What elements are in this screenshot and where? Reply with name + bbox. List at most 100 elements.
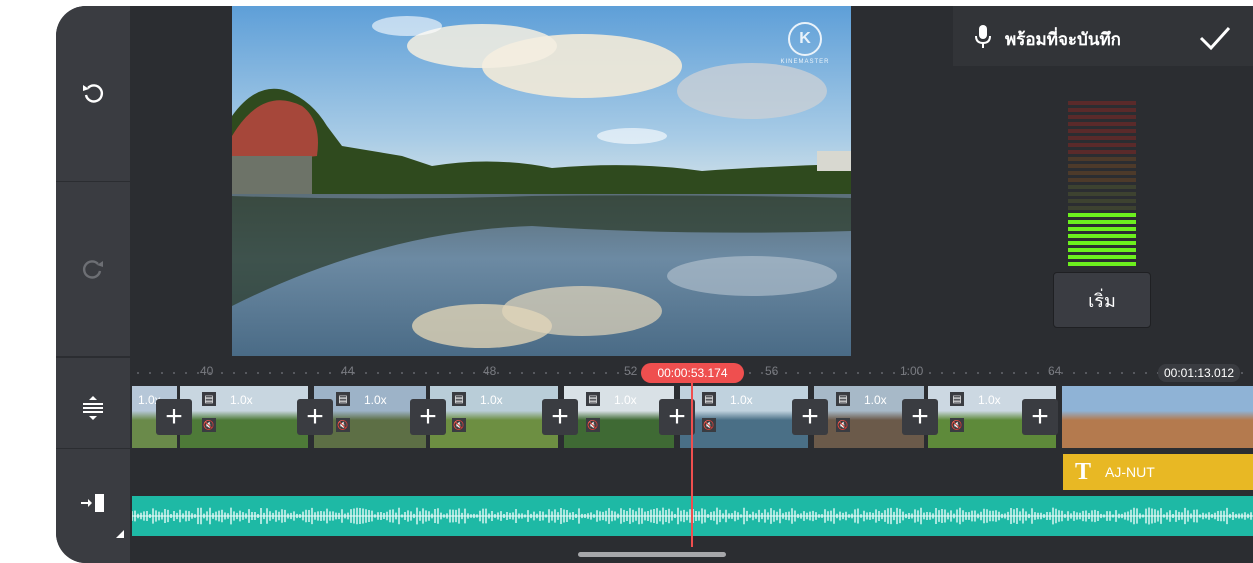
- ruler-tick: 44: [341, 364, 355, 378]
- editor-screen: K KINEMASTER พร้อมที่จะบันทึก เริ่ม 40 4…: [56, 6, 1253, 563]
- level-bar: [1068, 136, 1136, 140]
- video-clip[interactable]: 1.0x ▤ 🔇: [564, 386, 674, 448]
- clip-layout-icon: ▤: [836, 392, 850, 406]
- level-bar: [1068, 185, 1136, 189]
- toolbar-divider: [56, 181, 130, 182]
- clip-speed-label: 1.0x: [480, 393, 503, 407]
- add-transition-button[interactable]: +: [156, 399, 192, 435]
- clip-speed-label: 1.0x: [230, 393, 253, 407]
- video-clip[interactable]: 1.0x ▤ 🔇: [180, 386, 308, 448]
- undo-icon: [83, 84, 103, 103]
- ruler-tick: 40: [200, 364, 214, 378]
- redo-icon: [83, 260, 103, 279]
- timeline-tools: [56, 358, 130, 563]
- toolbar-divider: [56, 448, 130, 449]
- checkmark-icon: [1199, 26, 1231, 51]
- level-bar: [1068, 143, 1136, 147]
- level-bar: [1068, 234, 1136, 238]
- preview-margin: [132, 6, 232, 356]
- level-bar: [1068, 171, 1136, 175]
- level-bar: [1068, 115, 1136, 119]
- playhead-time: 00:00:53.174: [641, 363, 744, 383]
- level-bar: [1068, 122, 1136, 126]
- start-record-button[interactable]: เริ่ม: [1053, 272, 1151, 328]
- video-clip[interactable]: 1.0x ▤ 🔇: [680, 386, 808, 448]
- clip-layout-icon: ▤: [702, 392, 716, 406]
- mute-icon: 🔇: [336, 418, 350, 432]
- level-bar: [1068, 213, 1136, 217]
- mute-icon: 🔇: [702, 418, 716, 432]
- ruler-tick: 1:00: [900, 364, 924, 378]
- redo-button[interactable]: [73, 249, 113, 289]
- microphone-icon: [975, 25, 991, 48]
- text-layer-label: AJ-NUT: [1105, 464, 1155, 480]
- clip-speed-label: 1.0x: [364, 393, 387, 407]
- kinemaster-watermark: K KINEMASTER: [777, 22, 833, 65]
- level-bar: [1068, 129, 1136, 133]
- watermark-text: KINEMASTER: [780, 59, 830, 65]
- undo-button[interactable]: [73, 73, 113, 113]
- add-transition-button[interactable]: +: [792, 399, 828, 435]
- level-bar: [1068, 262, 1136, 266]
- clip-layout-icon: ▤: [452, 392, 466, 406]
- clip-layout-icon: ▤: [586, 392, 600, 406]
- level-bar: [1068, 192, 1136, 196]
- text-layer[interactable]: T AJ-NUT: [1063, 454, 1253, 490]
- ruler-tick: 52: [624, 364, 638, 378]
- ruler-tick: 64: [1048, 364, 1062, 378]
- clip-layout-icon: ▤: [336, 392, 350, 406]
- clip-speed-label: 1.0x: [864, 393, 887, 407]
- confirm-button[interactable]: [1198, 24, 1232, 52]
- mute-icon: 🔇: [586, 418, 600, 432]
- level-bar: [1068, 178, 1136, 182]
- level-bar: [1068, 220, 1136, 224]
- add-transition-button[interactable]: +: [1022, 399, 1058, 435]
- mute-icon: 🔇: [950, 418, 964, 432]
- audio-level-meter: [1068, 101, 1136, 269]
- level-bar: [1068, 241, 1136, 245]
- clip-speed-label: 1.0x: [978, 393, 1001, 407]
- level-bar: [1068, 255, 1136, 259]
- add-transition-button[interactable]: +: [410, 399, 446, 435]
- mute-icon: 🔇: [836, 418, 850, 432]
- home-indicator[interactable]: [578, 552, 726, 557]
- playhead-line[interactable]: [691, 382, 693, 547]
- preview-frame: [232, 6, 851, 356]
- timeline-expand-button[interactable]: [73, 388, 113, 428]
- watermark-logo: K: [788, 22, 822, 56]
- add-transition-button[interactable]: +: [659, 399, 695, 435]
- expand-track-icon: [83, 396, 103, 420]
- left-toolbar: [56, 6, 130, 356]
- level-bar: [1068, 157, 1136, 161]
- text-layer-icon: T: [1075, 458, 1092, 485]
- clip-layout-icon: ▤: [202, 392, 216, 406]
- clip-layout-icon: ▤: [950, 392, 964, 406]
- level-bar: [1068, 248, 1136, 252]
- voice-record-panel: พร้อมที่จะบันทึก เริ่ม: [953, 6, 1253, 356]
- jump-to-end-button[interactable]: [73, 483, 113, 523]
- video-clip[interactable]: [1062, 386, 1253, 448]
- add-transition-button[interactable]: +: [902, 399, 938, 435]
- clip-speed-label: 1.0x: [614, 393, 637, 407]
- add-transition-button[interactable]: +: [542, 399, 578, 435]
- level-bar: [1068, 164, 1136, 168]
- ruler-tick: 56: [765, 364, 779, 378]
- record-header: พร้อมที่จะบันทึก: [953, 6, 1253, 66]
- video-clip[interactable]: 1.0x ▤ 🔇: [430, 386, 558, 448]
- level-bar: [1068, 227, 1136, 231]
- level-bar: [1068, 101, 1136, 105]
- record-status-label: พร้อมที่จะบันทึก: [1005, 30, 1121, 49]
- add-transition-button[interactable]: +: [297, 399, 333, 435]
- video-preview[interactable]: K KINEMASTER: [232, 6, 851, 356]
- jump-to-end-icon: [81, 494, 104, 512]
- level-bar: [1068, 206, 1136, 210]
- mute-icon: 🔇: [202, 418, 216, 432]
- level-bar: [1068, 108, 1136, 112]
- clip-speed-label: 1.0x: [730, 393, 753, 407]
- level-bar: [1068, 150, 1136, 154]
- total-duration: 00:01:13.012: [1158, 364, 1241, 382]
- ruler-tick: 48: [483, 364, 497, 378]
- level-bar: [1068, 199, 1136, 203]
- mute-icon: 🔇: [452, 418, 466, 432]
- corner-expand-icon: [116, 530, 124, 538]
